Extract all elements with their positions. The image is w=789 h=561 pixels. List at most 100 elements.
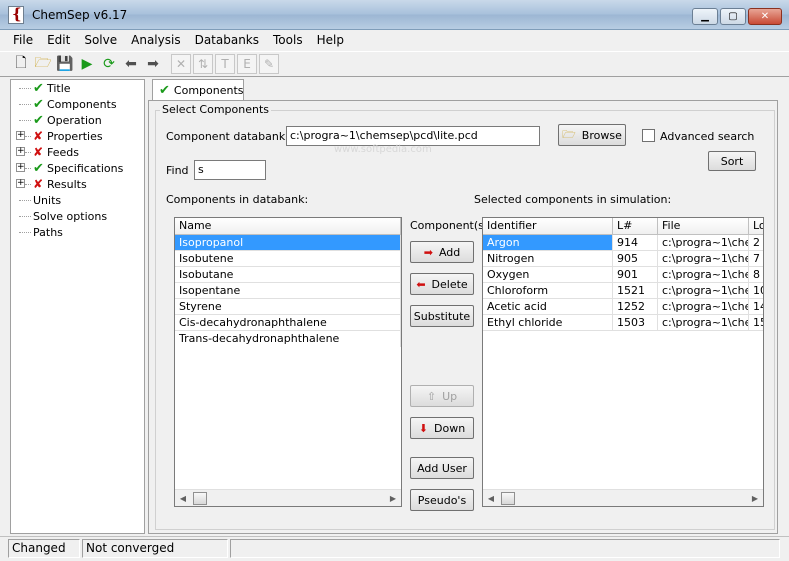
- tree-item-label: Solve options: [33, 209, 108, 223]
- tree-item-paths[interactable]: Paths: [19, 224, 63, 240]
- scroll-left-icon[interactable]: ◀: [175, 490, 191, 506]
- down-button[interactable]: ⬇ Down: [410, 417, 474, 439]
- advanced-search-label: Advanced search: [660, 130, 755, 143]
- tree-item-label: Paths: [33, 225, 63, 239]
- pencil-icon[interactable]: ✎: [259, 54, 279, 74]
- tree-item-label: Title: [47, 81, 71, 95]
- menu-databanks[interactable]: Databanks: [188, 33, 266, 47]
- tree-item-feeds[interactable]: ✘ Feeds: [25, 144, 79, 160]
- horizontal-scrollbar[interactable]: ◀ ▶: [483, 489, 763, 506]
- databank-list-title: Components in databank:: [166, 193, 309, 206]
- scroll-right-icon[interactable]: ▶: [385, 490, 401, 506]
- scroll-thumb[interactable]: [501, 492, 515, 505]
- swap-icon[interactable]: ⇅: [193, 54, 213, 74]
- tree-item-components[interactable]: ✔ Components: [19, 96, 117, 112]
- table-row[interactable]: Oxygen 901 c:\progra~1\chem 8: [483, 267, 763, 283]
- tree-item-label: Feeds: [47, 145, 79, 159]
- list-item[interactable]: Isobutene: [175, 251, 401, 267]
- file-column-header[interactable]: File: [658, 218, 749, 235]
- check-icon: ✔: [33, 160, 44, 176]
- menu-tools[interactable]: Tools: [266, 33, 310, 47]
- open-folder-icon[interactable]: 🗁: [32, 53, 54, 75]
- substitute-button[interactable]: Substitute: [410, 305, 474, 327]
- menu-edit[interactable]: Edit: [40, 33, 77, 47]
- l-number-column-header[interactable]: L#: [613, 218, 658, 235]
- status-message: [230, 539, 780, 558]
- new-file-icon[interactable]: 🗋: [10, 53, 32, 75]
- name-column-header[interactable]: Name: [175, 218, 401, 235]
- tree-item-units[interactable]: Units: [19, 192, 61, 208]
- sort-button[interactable]: Sort: [708, 151, 756, 171]
- tree-item-specifications[interactable]: ✔ Specifications: [25, 160, 123, 176]
- menu-help[interactable]: Help: [310, 33, 351, 47]
- add-user-button[interactable]: Add User: [410, 457, 474, 479]
- close-button[interactable]: ✕: [748, 8, 782, 25]
- tree-item-operation[interactable]: ✔ Operation: [19, 112, 102, 128]
- add-button[interactable]: ➡ Add: [410, 241, 474, 263]
- list-item[interactable]: Isopentane: [175, 283, 401, 299]
- group-title: Select Components: [160, 103, 272, 116]
- list-item[interactable]: Trans-decahydronaphthalene: [175, 331, 401, 347]
- tree-item-title[interactable]: ✔ Title: [19, 80, 71, 96]
- up-button[interactable]: ⇧ Up: [410, 385, 474, 407]
- components-actions-label: Component(s):: [410, 219, 492, 232]
- tree-item-solve-options[interactable]: Solve options: [19, 208, 107, 224]
- expand-plus-icon[interactable]: +: [16, 163, 25, 172]
- table-row[interactable]: Ethyl chloride 1503 c:\progra~1\chem 15: [483, 315, 763, 331]
- cross-icon: ✘: [33, 177, 44, 191]
- maximize-button[interactable]: ▢: [720, 8, 746, 25]
- menu-analysis[interactable]: Analysis: [124, 33, 187, 47]
- list-item[interactable]: Isobutane: [175, 267, 401, 283]
- browse-button[interactable]: 🗁 Browse: [558, 124, 626, 146]
- tree-item-label: Specifications: [47, 161, 124, 175]
- pseudos-button[interactable]: Pseudo's: [410, 489, 474, 511]
- table-row[interactable]: Nitrogen 905 c:\progra~1\chem 7: [483, 251, 763, 267]
- menu-file[interactable]: File: [6, 33, 40, 47]
- expand-plus-icon[interactable]: +: [16, 131, 25, 140]
- databank-path-field[interactable]: c:\progra~1\chemsep\pcd\lite.pcd: [286, 126, 540, 146]
- main-panel: ✔ Components Select Components Component…: [148, 79, 781, 534]
- table-row[interactable]: Chloroform 1521 c:\progra~1\chem 10: [483, 283, 763, 299]
- tree-item-properties[interactable]: ✘ Properties: [25, 128, 103, 144]
- scroll-left-icon[interactable]: ◀: [483, 490, 499, 506]
- back-arrow-icon[interactable]: ⬅: [120, 53, 142, 75]
- text-icon[interactable]: T: [215, 54, 235, 74]
- identifier-column-header[interactable]: Identifier: [483, 218, 613, 235]
- table-row[interactable]: Argon 914 c:\progra~1\chem 2: [483, 235, 763, 251]
- minimize-button[interactable]: ▁: [692, 8, 718, 25]
- list-item[interactable]: Styrene: [175, 299, 401, 315]
- selected-components-list[interactable]: Identifier L# File Lo Argon 914 c:\progr…: [482, 217, 764, 507]
- save-icon[interactable]: 💾: [54, 53, 76, 75]
- list-item[interactable]: Cis-decahydronaphthalene: [175, 315, 401, 331]
- refresh-icon[interactable]: ⟳: [98, 53, 120, 75]
- table-row[interactable]: Acetic acid 1252 c:\progra~1\chem 14: [483, 299, 763, 315]
- cross-icon: ✘: [33, 129, 44, 143]
- advanced-search-checkbox[interactable]: [642, 129, 655, 142]
- find-input[interactable]: s: [194, 160, 266, 180]
- title-bar: ChemSep v6.17 ▁ ▢ ✕: [0, 0, 789, 30]
- scroll-right-icon[interactable]: ▶: [747, 490, 763, 506]
- tree-item-results[interactable]: ✘ Results: [25, 176, 87, 192]
- selected-list-title: Selected components in simulation:: [474, 193, 672, 206]
- tab-components[interactable]: ✔ Components: [152, 79, 244, 101]
- arrow-right-icon: ➡: [423, 245, 433, 259]
- menu-solve[interactable]: Solve: [77, 33, 124, 47]
- scroll-thumb[interactable]: [193, 492, 207, 505]
- delete-button[interactable]: ⬅ Delete: [410, 273, 474, 295]
- delete-icon[interactable]: ✕: [171, 54, 191, 74]
- find-label: Find: [166, 164, 189, 177]
- status-changed: Changed: [8, 539, 80, 558]
- chemsep-app-icon[interactable]: [8, 5, 24, 24]
- edit-icon[interactable]: E: [237, 54, 257, 74]
- tree-item-label: Units: [33, 193, 62, 207]
- toolbar: 🗋 🗁 💾 ▶ ⟳ ⬅ ➡ ✕ ⇅ T E ✎: [0, 51, 789, 77]
- forward-arrow-icon[interactable]: ➡: [142, 53, 164, 75]
- expand-plus-icon[interactable]: +: [16, 179, 25, 188]
- arrow-down-icon: ⬇: [418, 421, 429, 435]
- horizontal-scrollbar[interactable]: ◀ ▶: [175, 489, 401, 506]
- databank-components-list[interactable]: Name Isopropanol Isobutene Isobutane Iso…: [174, 217, 402, 507]
- lo-column-header[interactable]: Lo: [749, 218, 763, 235]
- run-icon[interactable]: ▶: [76, 53, 98, 75]
- expand-plus-icon[interactable]: +: [16, 147, 25, 156]
- list-item[interactable]: Isopropanol: [175, 235, 401, 251]
